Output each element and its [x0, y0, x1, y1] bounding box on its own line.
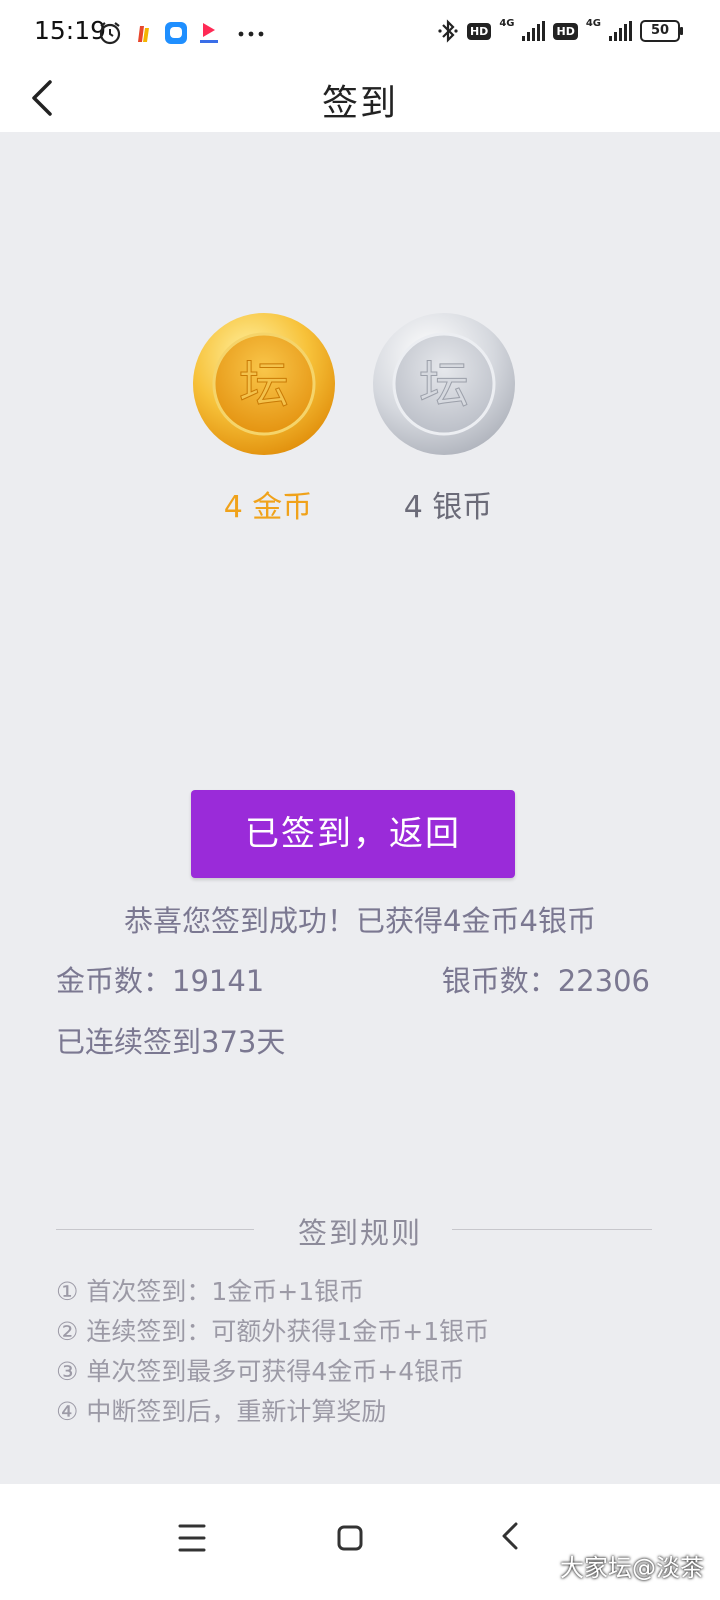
status-time: 15:19 [34, 16, 107, 45]
home-button[interactable] [320, 1508, 380, 1568]
checkin-streak: 已连续签到373天 [56, 1025, 286, 1059]
app-header: 签到 [0, 64, 720, 132]
back-arrow-icon [502, 1522, 518, 1550]
battery-icon: 50 [640, 20, 683, 42]
watermark: 大家坛@淡茶 [560, 1554, 704, 1582]
rules-title: 签到规则 [297, 1216, 422, 1250]
hd-badge: HD [466, 22, 492, 40]
success-message: 恭喜您签到成功！已获得4金币4银币 [124, 904, 596, 938]
rule-item: ④ 中断签到后，重新计算奖励 [56, 1397, 387, 1426]
signal-strength-icon [522, 21, 546, 41]
rule-item: ② 连续签到：可额外获得1金币+1银币 [56, 1317, 490, 1346]
rules-divider-right [452, 1229, 652, 1230]
signal-strength-icon-2 [609, 21, 632, 41]
more-dots-icon [238, 31, 264, 37]
network-type: 4G [499, 17, 515, 29]
app-notification-icon [138, 26, 149, 42]
page-title: 签到 [321, 83, 398, 124]
back-nav-button[interactable] [480, 1508, 540, 1568]
status-right-group: HD 4G HD 4G 50 [437, 17, 683, 44]
hd-badge-2: HD [553, 22, 578, 40]
silver-reward-label: 4 银币 [403, 490, 493, 525]
gold-coin-total: 金币数：19141 [56, 964, 265, 998]
silver-coin-total: 银币数：22306 [441, 964, 650, 998]
checked-in-return-button[interactable]: 已签到，返回 [191, 790, 515, 878]
gold-reward-label: 4 金币 [223, 490, 313, 525]
alarm-icon [99, 22, 121, 45]
network-type-2: 4G [585, 17, 601, 29]
rule-item: ③ 单次签到最多可获得4金币+4银币 [56, 1357, 465, 1386]
gold-coin-glyph: 坛 [239, 356, 289, 414]
bluetooth-icon [438, 19, 458, 43]
menu-icon [178, 1524, 206, 1552]
rule-item: ① 首次签到：1金币+1银币 [56, 1277, 365, 1306]
gold-coin-icon: 坛 [192, 312, 336, 456]
silver-coin-glyph: 坛 [419, 356, 469, 414]
video-app-icon [200, 23, 218, 43]
menu-button[interactable] [162, 1508, 222, 1568]
chat-app-icon [165, 22, 187, 44]
home-square-icon [337, 1525, 363, 1551]
status-bar: 15:19 HD 4G HD 4G 50 [0, 0, 720, 64]
silver-coin-icon: 坛 [372, 312, 516, 456]
